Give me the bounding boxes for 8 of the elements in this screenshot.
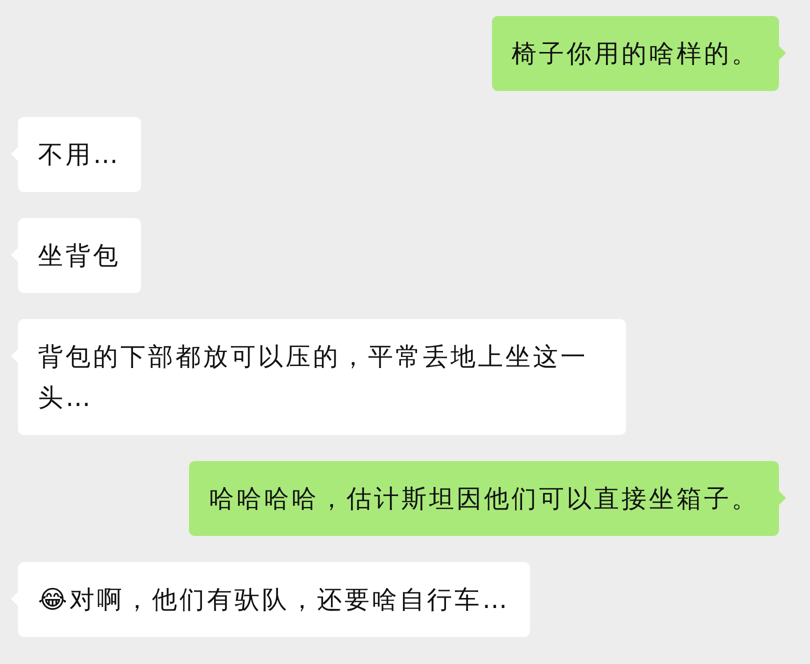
bubble-tail	[779, 46, 786, 60]
message-bubble: 背包的下部都放可以压的，平常丢地上坐这一头…	[18, 319, 626, 435]
message-bubble: 不用…	[18, 117, 140, 192]
message-bubble: 😂对啊，他们有驮队，还要啥自行车…	[18, 562, 530, 637]
message-bubble: 坐背包	[18, 218, 140, 293]
message-bubble: 哈哈哈哈，估计斯坦因他们可以直接坐箱子。	[189, 461, 779, 536]
message-bubble: 椅子你用的啥样的。	[492, 16, 779, 91]
bubble-tail	[779, 491, 786, 505]
